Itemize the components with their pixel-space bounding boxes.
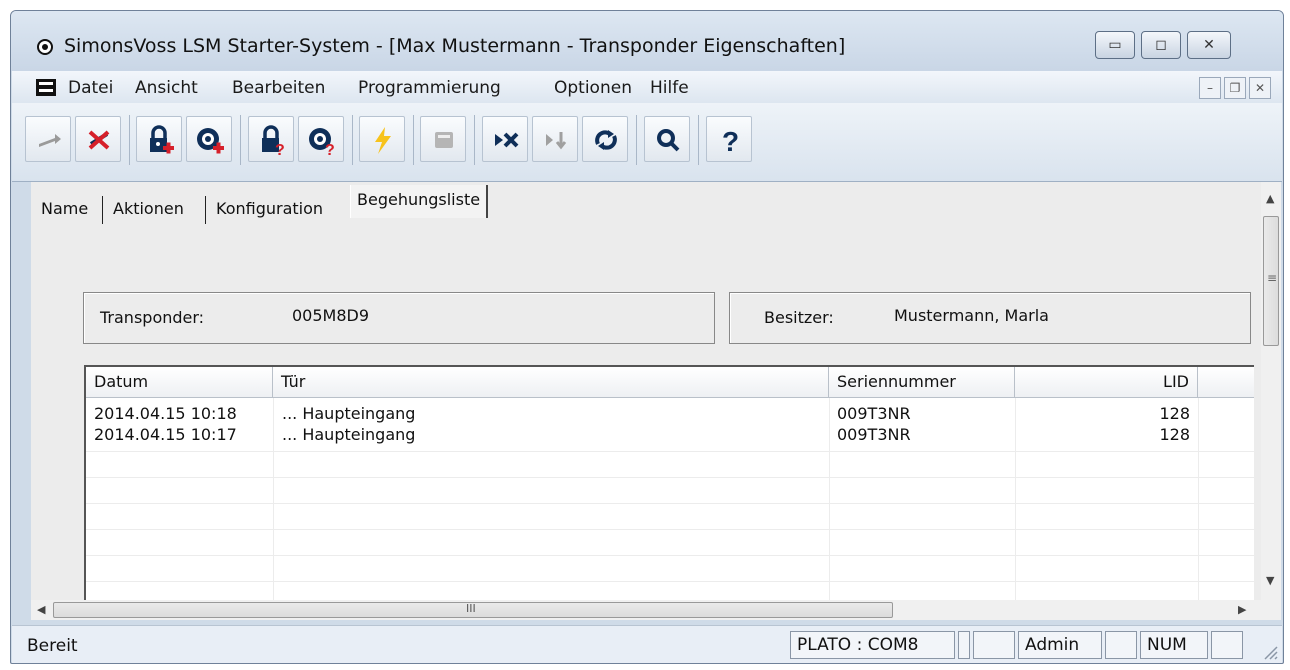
cell-tuer: ... Haupteingang (282, 404, 416, 423)
menu-programmierung[interactable]: Programmierung (358, 78, 501, 98)
menu-bearbeiten[interactable]: Bearbeiten (232, 78, 325, 98)
main-window: SimonsVoss LSM Starter-System - [Max Mus… (10, 10, 1284, 664)
tab-konfiguration[interactable]: Konfiguration (210, 192, 329, 225)
sync-icon (595, 130, 617, 150)
scroll-down-icon[interactable]: ▼ (1266, 574, 1274, 587)
status-pane (1105, 631, 1137, 659)
search-icon (657, 129, 680, 152)
back-button[interactable] (25, 116, 71, 162)
delete-x-icon (88, 130, 110, 150)
close-button[interactable]: ✕ (1187, 31, 1231, 59)
transponder-value: 005M8D9 (292, 306, 370, 325)
column-header-lid[interactable]: LID (1015, 367, 1198, 398)
svg-text:?: ? (325, 142, 335, 156)
status-pane (958, 631, 970, 659)
grip-lines-icon: ≡ (1267, 271, 1278, 285)
toolbar: ? ? ? (12, 103, 1282, 182)
app-icon (37, 39, 53, 55)
cell-seriennummer: 009T3NR (837, 425, 911, 444)
transponder-question-icon: ? (309, 128, 335, 156)
cell-tuer: ... Haupteingang (282, 425, 416, 444)
lightning-icon (375, 127, 391, 154)
program-button[interactable] (359, 116, 405, 162)
cell-datum: 2014.04.15 10:17 (94, 425, 237, 444)
resize-grip-icon[interactable] (1262, 644, 1278, 660)
status-pane-num: NUM (1140, 631, 1208, 659)
add-transponder-button[interactable] (186, 116, 232, 162)
column-header-empty (1198, 367, 1254, 398)
mdi-restore-button[interactable]: ❐ (1224, 77, 1246, 99)
skip-delete-icon (495, 132, 519, 148)
mdi-minimize-button[interactable]: – (1199, 77, 1221, 99)
mdi-close-button[interactable]: ✕ (1249, 77, 1271, 99)
lock-query-button[interactable]: ? (248, 116, 294, 162)
cell-lid: 128 (1159, 404, 1190, 423)
add-lock-icon (150, 125, 174, 154)
tab-aktionen[interactable]: Aktionen (107, 192, 190, 225)
client-area: Name Aktionen Konfiguration Begehungslis… (31, 182, 1281, 620)
back-arrow-icon (39, 134, 61, 147)
document-menu-icon[interactable] (36, 79, 56, 96)
skip-delete-button[interactable] (482, 116, 528, 162)
transponder-label: Transponder: (100, 308, 205, 327)
access-list[interactable]: Datum Tür Seriennummer LID 2014.04.15 10… (84, 365, 1254, 609)
vertical-scrollbar[interactable]: ▲ ≡ ▼ (1261, 182, 1281, 600)
menu-hilfe[interactable]: Hilfe (650, 78, 689, 98)
menu-datei[interactable]: Datei (68, 78, 113, 98)
print-button[interactable] (420, 116, 466, 162)
owner-group: Besitzer: Mustermann, Marla (729, 292, 1251, 344)
window-title: SimonsVoss LSM Starter-System - [Max Mus… (64, 35, 846, 57)
column-header-tuer[interactable]: Tür (273, 367, 829, 398)
status-pane-port: PLATO : COM8 (790, 631, 955, 659)
horizontal-scroll-thumb[interactable]: III (53, 602, 893, 618)
cell-lid: 128 (1159, 425, 1190, 444)
help-icon: ? (722, 126, 739, 156)
status-pane (1211, 631, 1243, 659)
status-text: Bereit (27, 636, 78, 656)
status-bar: Bereit PLATO : COM8 Admin NUM (12, 625, 1282, 663)
grip-lines-icon: III (466, 602, 476, 615)
help-button[interactable]: ? (706, 116, 752, 162)
scroll-up-icon[interactable]: ▲ (1266, 192, 1274, 205)
maximize-button[interactable]: ◻ (1141, 31, 1181, 59)
print-icon (435, 132, 453, 148)
tab-name[interactable]: Name (35, 192, 94, 225)
column-header-seriennummer[interactable]: Seriennummer (829, 367, 1015, 398)
owner-value: Mustermann, Marla (894, 306, 1049, 325)
sync-button[interactable] (582, 116, 628, 162)
search-button[interactable] (644, 116, 690, 162)
tab-begehungsliste[interactable]: Begehungsliste (350, 185, 489, 218)
status-pane-user: Admin (1018, 631, 1102, 659)
scroll-left-icon[interactable]: ◀ (37, 603, 45, 616)
horizontal-scrollbar[interactable]: ◀ III ▶ (31, 600, 1281, 620)
title-bar[interactable]: SimonsVoss LSM Starter-System - [Max Mus… (11, 11, 1283, 71)
transponder-group: Transponder: 005M8D9 (83, 292, 715, 344)
cell-seriennummer: 009T3NR (837, 404, 911, 423)
svg-text:?: ? (722, 126, 739, 156)
owner-label: Besitzer: (764, 308, 834, 327)
minimize-button[interactable]: ▭ (1095, 31, 1135, 59)
status-pane (973, 631, 1015, 659)
menu-ansicht[interactable]: Ansicht (135, 78, 198, 98)
skip-down-button[interactable] (532, 116, 578, 162)
skip-down-icon (546, 132, 567, 150)
cell-datum: 2014.04.15 10:18 (94, 404, 237, 423)
menu-bar: Datei Ansicht Bearbeiten Programmierung … (12, 71, 1282, 103)
svg-text:?: ? (275, 142, 285, 156)
add-transponder-icon (197, 128, 224, 154)
transponder-query-button[interactable]: ? (298, 116, 344, 162)
scroll-right-icon[interactable]: ▶ (1238, 603, 1246, 616)
vertical-scroll-thumb[interactable]: ≡ (1263, 216, 1279, 346)
add-lock-button[interactable] (136, 116, 182, 162)
lock-question-icon: ? (262, 125, 285, 156)
menu-optionen[interactable]: Optionen (554, 78, 632, 98)
column-header-datum[interactable]: Datum (86, 367, 273, 398)
delete-button[interactable] (75, 116, 121, 162)
